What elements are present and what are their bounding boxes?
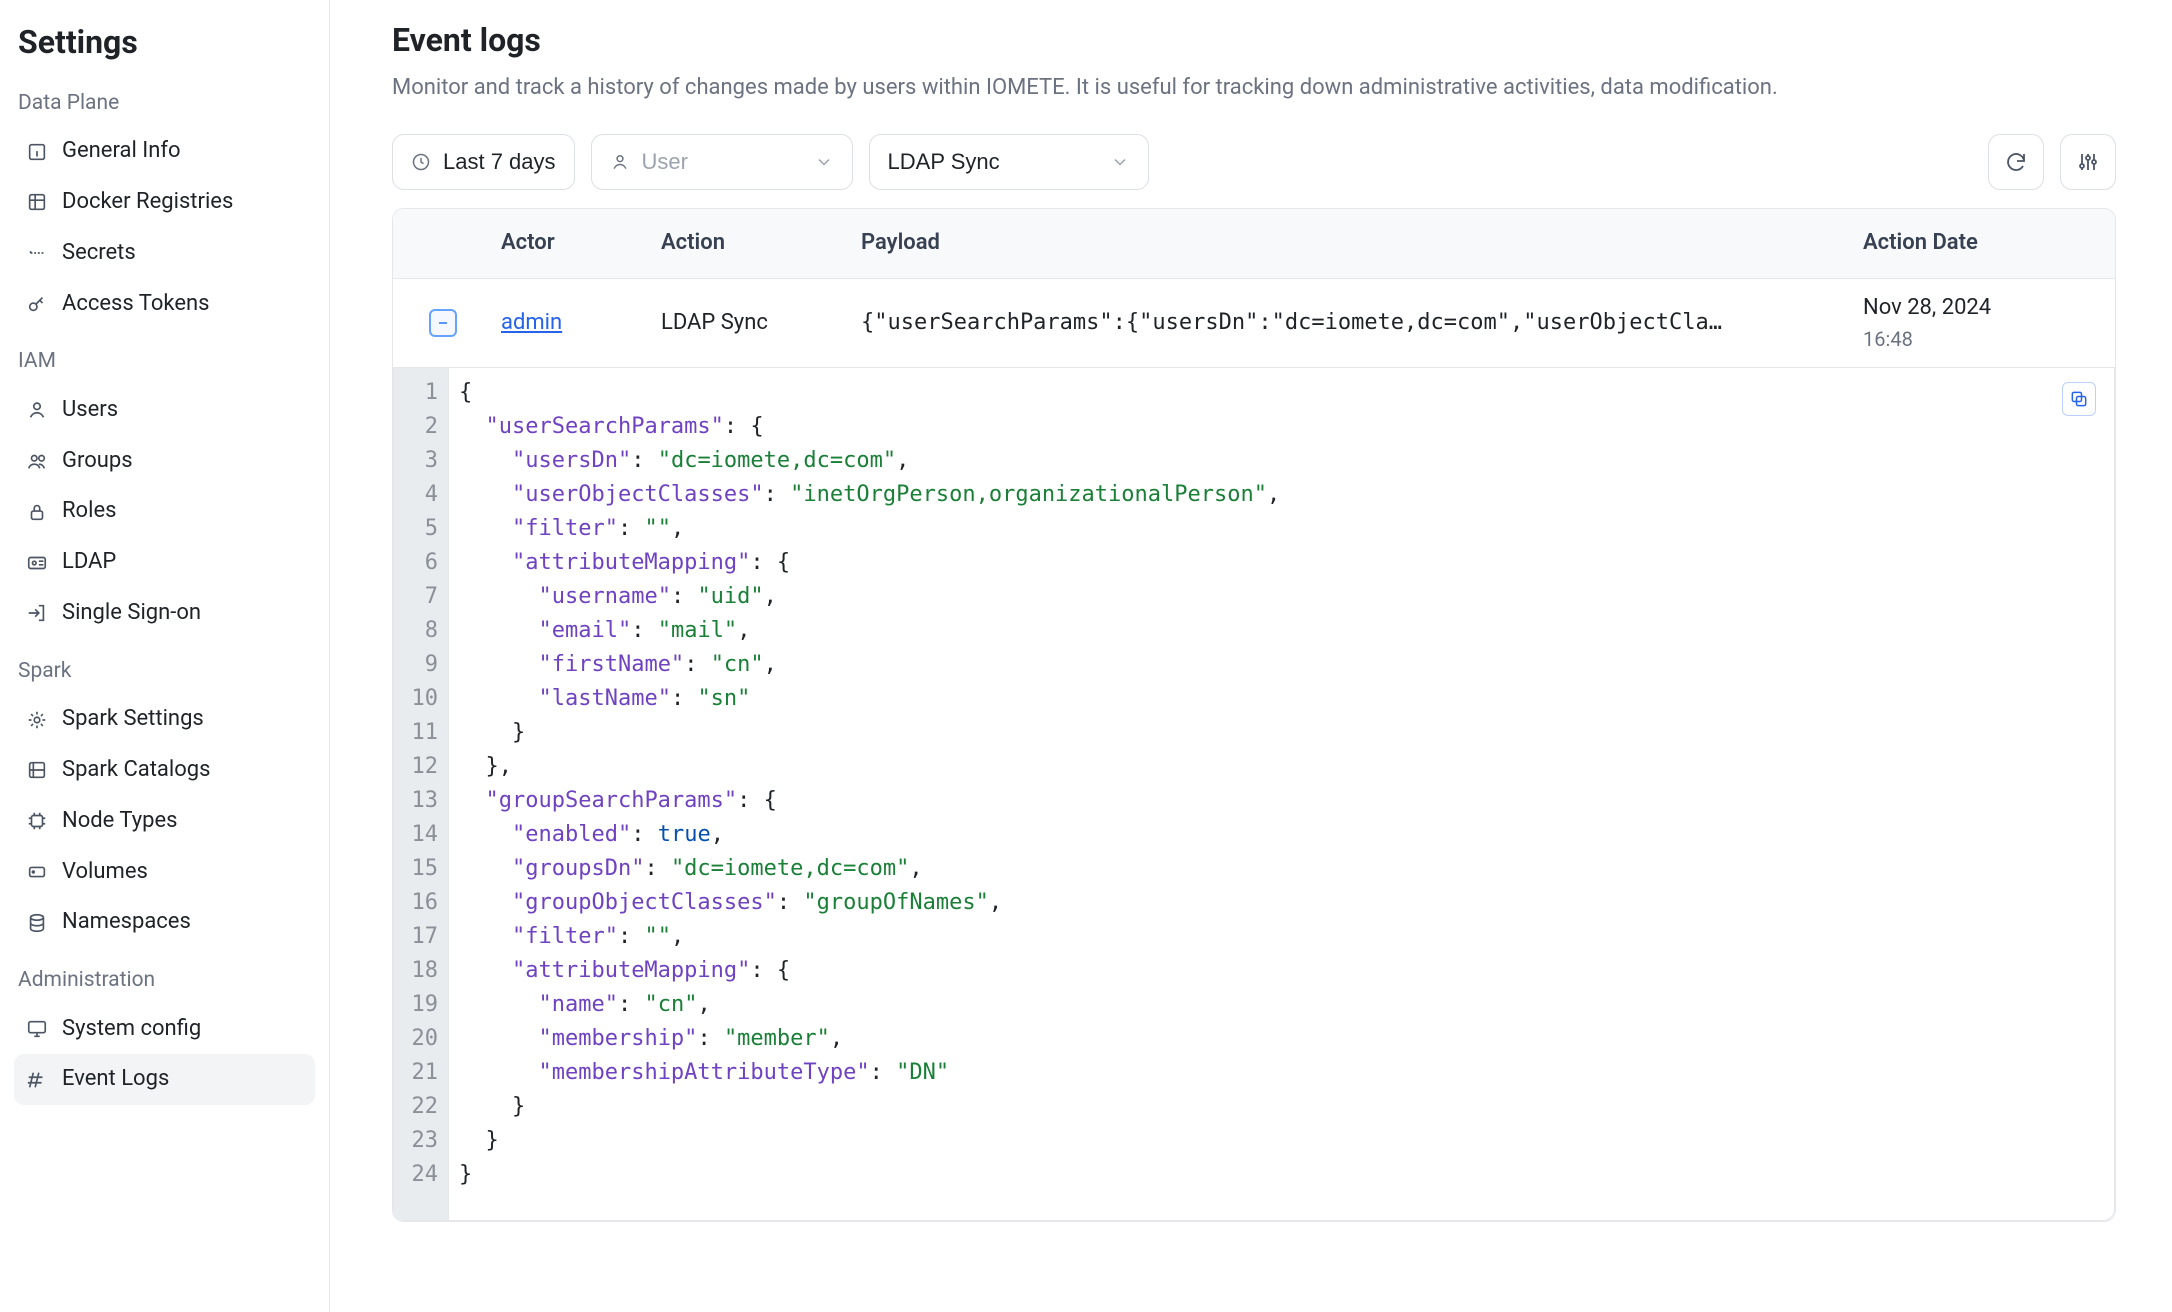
sidebar-item-label: Access Tokens	[62, 289, 210, 320]
sidebar-item-spark-settings[interactable]: Spark Settings	[14, 694, 315, 745]
sidebar-item-ldap[interactable]: LDAP	[14, 537, 315, 588]
table-header-row: Actor Action Payload Action Date	[393, 209, 2115, 279]
catalog-icon	[26, 759, 48, 781]
db-icon	[26, 912, 48, 934]
action-cell: LDAP Sync	[653, 294, 853, 353]
secret-icon	[26, 242, 48, 264]
sidebar-item-users[interactable]: Users	[14, 385, 315, 436]
sidebar-item-general-info[interactable]: General Info	[14, 126, 315, 177]
sidebar-item-groups[interactable]: Groups	[14, 436, 315, 487]
sidebar-item-roles[interactable]: Roles	[14, 486, 315, 537]
clock-icon	[411, 152, 431, 172]
col-action: Action	[653, 228, 853, 259]
info-icon	[26, 141, 48, 163]
log-icon	[26, 1069, 48, 1091]
sidebar-item-label: Node Types	[62, 806, 177, 837]
user-icon	[26, 399, 48, 421]
sidebar-item-label: Users	[62, 395, 118, 426]
sidebar-item-volumes[interactable]: Volumes	[14, 847, 315, 898]
sidebar-item-label: Namespaces	[62, 907, 191, 938]
col-action-date: Action Date	[1855, 228, 2115, 259]
chevron-down-icon	[1110, 152, 1130, 172]
sidebar-item-label: Volumes	[62, 857, 148, 888]
sidebar-item-label: Roles	[62, 496, 116, 527]
sidebar-item-label: System config	[62, 1014, 201, 1045]
lock-icon	[26, 501, 48, 523]
main-content: Event logs Monitor and track a history o…	[330, 0, 2172, 1312]
users-icon	[26, 450, 48, 472]
sidebar-group-title: IAM	[18, 347, 315, 376]
sidebar-item-label: Docker Registries	[62, 187, 233, 218]
sidebar-item-label: LDAP	[62, 547, 116, 578]
col-actor: Actor	[493, 228, 653, 259]
sidebar-item-label: Spark Catalogs	[62, 755, 211, 786]
gear-icon	[26, 709, 48, 731]
row-expand-toggle[interactable]	[429, 309, 457, 337]
sidebar-item-node-types[interactable]: Node Types	[14, 796, 315, 847]
sidebar-item-label: Single Sign-on	[62, 598, 201, 629]
disk-icon	[26, 861, 48, 883]
event-log-table: Actor Action Payload Action Date admin L…	[392, 208, 2116, 1223]
page-title: Event logs	[392, 18, 2116, 63]
page-description: Monitor and track a history of changes m…	[392, 73, 2092, 104]
line-number-gutter: 123456789101112131415161718192021222324	[394, 368, 449, 1220]
date-range-filter-button[interactable]: Last 7 days	[392, 134, 575, 190]
sidebar-item-docker-registries[interactable]: Docker Registries	[14, 177, 315, 228]
user-filter-placeholder: User	[642, 149, 688, 175]
sidebar-item-access-tokens[interactable]: Access Tokens	[14, 279, 315, 330]
sidebar-item-label: General Info	[62, 136, 181, 167]
chip-icon	[26, 810, 48, 832]
col-payload: Payload	[853, 228, 1855, 259]
filter-toolbar: Last 7 days User LDAP Sync	[392, 134, 2116, 190]
refresh-button[interactable]	[1988, 134, 2044, 190]
payload-code-viewer: 123456789101112131415161718192021222324 …	[393, 368, 2115, 1221]
chevron-down-icon	[814, 152, 834, 172]
minus-icon	[435, 315, 451, 331]
sliders-icon	[2076, 150, 2100, 174]
user-icon	[610, 152, 630, 172]
refresh-icon	[2004, 150, 2028, 174]
sidebar-group-title: Spark	[18, 657, 315, 686]
key-icon	[26, 293, 48, 315]
sidebar-item-namespaces[interactable]: Namespaces	[14, 897, 315, 948]
sidebar-item-event-logs[interactable]: Event Logs	[14, 1054, 315, 1105]
sidebar-item-label: Spark Settings	[62, 704, 204, 735]
date-range-label: Last 7 days	[443, 149, 556, 175]
monitor-icon	[26, 1018, 48, 1040]
sidebar-item-label: Event Logs	[62, 1064, 169, 1095]
login-icon	[26, 602, 48, 624]
actor-link[interactable]: admin	[501, 310, 562, 335]
action-date: Nov 28, 2024	[1863, 293, 2107, 324]
action-time: 16:48	[1863, 325, 2107, 353]
sidebar-item-secrets[interactable]: Secrets	[14, 228, 315, 279]
sidebar-group-title: Administration	[18, 966, 315, 995]
id-icon	[26, 552, 48, 574]
sidebar-item-sso[interactable]: Single Sign-on	[14, 588, 315, 639]
settings-button[interactable]	[2060, 134, 2116, 190]
copy-button[interactable]	[2062, 382, 2096, 416]
action-filter-select[interactable]: LDAP Sync	[869, 134, 1149, 190]
table-row: admin LDAP Sync {"userSearchParams":{"us…	[393, 279, 2115, 369]
copy-icon	[2069, 389, 2089, 409]
code-source[interactable]: { "userSearchParams": { "usersDn": "dc=i…	[449, 368, 1298, 1220]
sidebar-item-label: Groups	[62, 446, 133, 477]
sidebar-item-system-config[interactable]: System config	[14, 1004, 315, 1055]
sidebar-title: Settings	[18, 20, 315, 65]
action-filter-value: LDAP Sync	[888, 149, 1000, 175]
registry-icon	[26, 191, 48, 213]
payload-preview-cell: {"userSearchParams":{"usersDn":"dc=iomet…	[853, 294, 1855, 353]
user-filter-select[interactable]: User	[591, 134, 853, 190]
sidebar-group-title: Data Plane	[18, 89, 315, 118]
sidebar-item-label: Secrets	[62, 238, 136, 269]
sidebar-item-spark-catalogs[interactable]: Spark Catalogs	[14, 745, 315, 796]
sidebar: Settings Data Plane General Info Docker Re…	[0, 0, 330, 1312]
